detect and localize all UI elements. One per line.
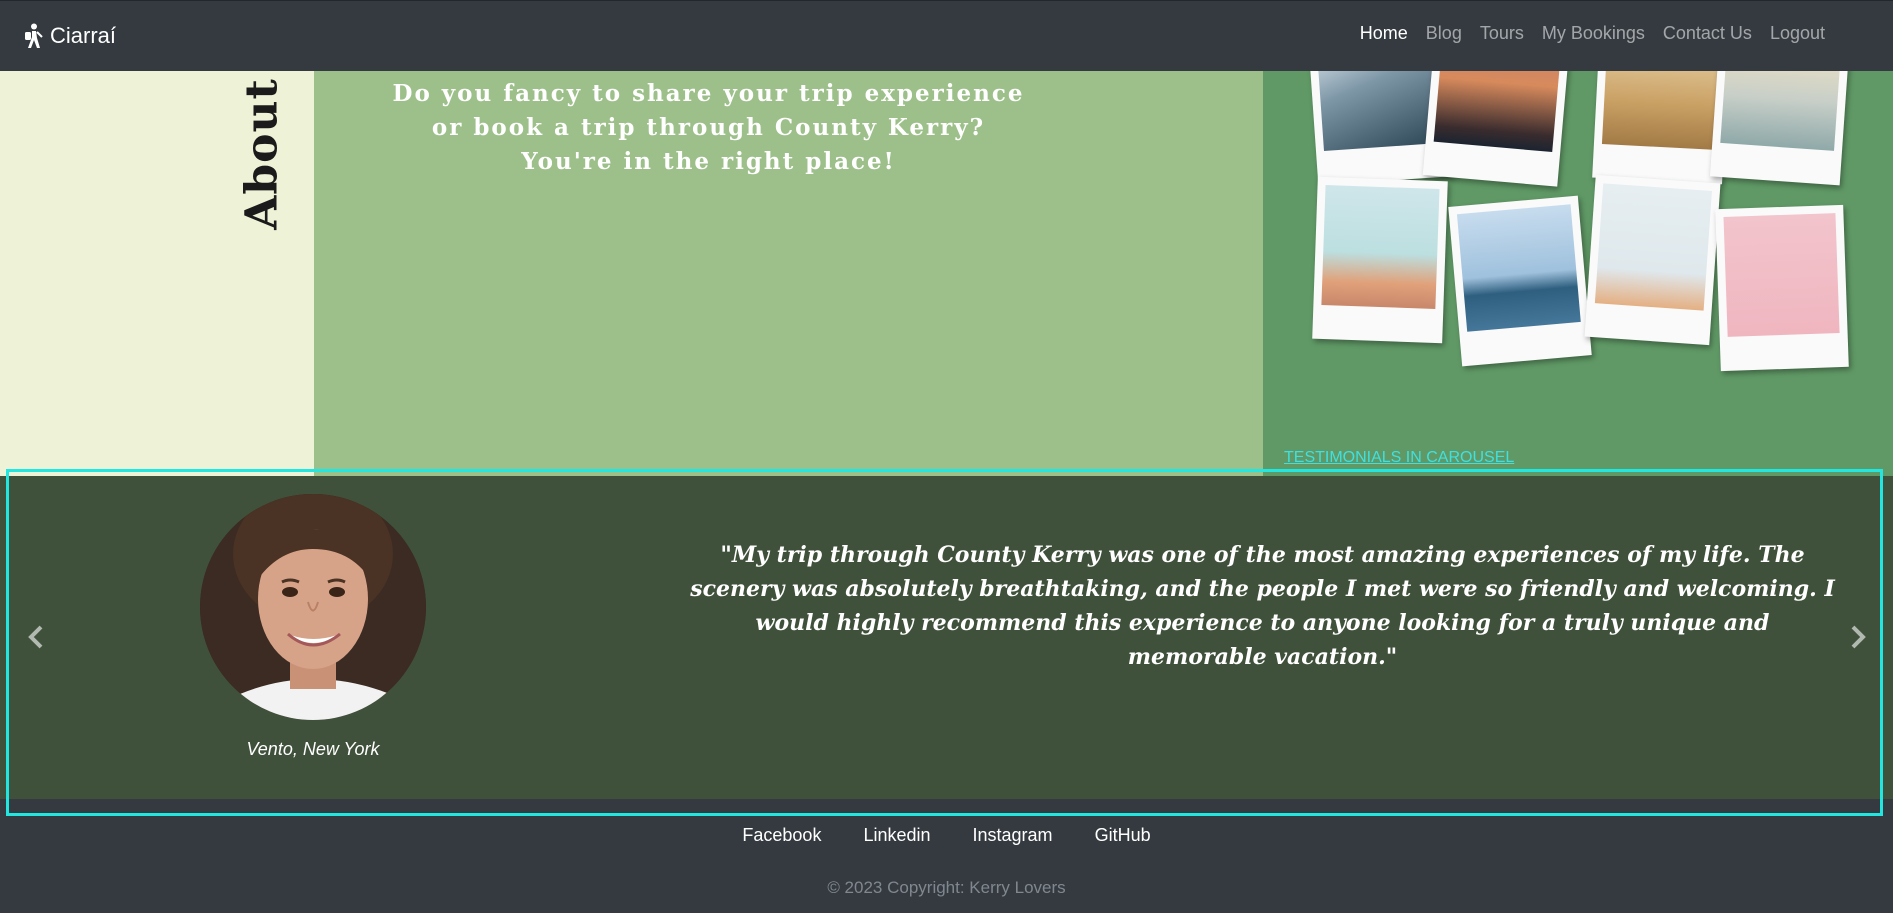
nav-links: Home Blog Tours My Bookings Contact Us L… <box>1342 23 1825 44</box>
about-text-panel: Do you fancy to share your trip experien… <box>314 71 1263 476</box>
brand-name: Ciarraí <box>50 23 117 48</box>
footer-links: Facebook Linkedin Instagram GitHub <box>0 825 1893 846</box>
nav-home[interactable]: Home <box>1360 23 1408 44</box>
avatar-portrait <box>200 494 426 720</box>
nav-logout[interactable]: Logout <box>1770 23 1825 44</box>
polaroid-photo-sunset <box>1422 71 1571 187</box>
testimonials-link[interactable]: TESTIMONIALS IN CAROUSEL <box>1284 449 1514 467</box>
brand-link[interactable]: Ciarraí <box>22 21 116 51</box>
polaroid-photo-ocean-horizon <box>1448 195 1592 367</box>
footer-github-link[interactable]: GitHub <box>1095 825 1151 846</box>
footer-linkedin-link[interactable]: Linkedin <box>863 825 930 846</box>
polaroid-photo-just-relax <box>1312 176 1448 344</box>
polaroid-photo-yellow-flower <box>1584 174 1721 346</box>
nav-my-bookings[interactable]: My Bookings <box>1542 23 1645 44</box>
hiker-icon <box>25 23 43 48</box>
carousel-next-button[interactable] <box>1844 620 1872 654</box>
footer-instagram-link[interactable]: Instagram <box>973 825 1053 846</box>
navbar: Ciarraí Home Blog Tours My Bookings Cont… <box>0 0 1893 71</box>
footer-facebook-link[interactable]: Facebook <box>742 825 821 846</box>
about-line-1: Do you fancy to share your trip experien… <box>392 80 1025 107</box>
chevron-left-icon <box>28 625 43 649</box>
carousel-prev-button[interactable] <box>22 620 50 654</box>
polaroid-photo-pink-exhale <box>1715 204 1849 372</box>
testimonial-avatar <box>200 494 426 720</box>
nav-blog[interactable]: Blog <box>1426 23 1462 44</box>
about-line-3: You're in the right place! <box>521 148 896 175</box>
nav-contact-us[interactable]: Contact Us <box>1663 23 1752 44</box>
about-line-2: or book a trip through County Kerry? <box>431 114 986 141</box>
testimonial-author: Vento, New York <box>246 739 380 759</box>
nav-tours[interactable]: Tours <box>1480 23 1524 44</box>
chevron-right-icon <box>1851 625 1866 649</box>
about-text: Do you fancy to share your trip experien… <box>314 77 1263 179</box>
copyright-text: © 2023 Copyright: Kerry Lovers <box>827 878 1066 897</box>
polaroid-photo-beach-surf <box>1709 71 1851 186</box>
polaroid-photo-bicycle-field <box>1592 71 1730 185</box>
testimonial-quote: "My trip through County Kerry was one of… <box>690 542 1835 670</box>
polaroid-collage <box>1263 71 1893 476</box>
